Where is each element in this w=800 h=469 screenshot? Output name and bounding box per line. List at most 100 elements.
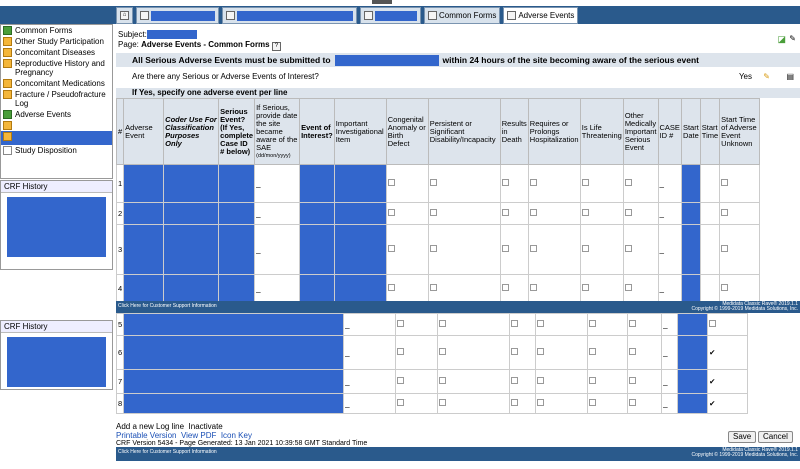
entry-cell[interactable] xyxy=(123,393,345,414)
checkbox[interactable] xyxy=(529,245,537,252)
nav-item[interactable]: Other Study Participation xyxy=(1,36,112,47)
checkbox[interactable] xyxy=(529,284,537,291)
checkbox[interactable] xyxy=(439,377,447,384)
entry-cell[interactable] xyxy=(218,164,256,203)
entry-cell[interactable] xyxy=(123,224,165,275)
checkbox[interactable] xyxy=(721,179,729,186)
entry-cell[interactable] xyxy=(123,369,345,394)
checkbox[interactable] xyxy=(429,245,437,252)
nav-item[interactable]: Fracture / Pseudofracture Log xyxy=(1,89,112,109)
nav-item[interactable] xyxy=(1,120,112,131)
checkbox[interactable] xyxy=(629,348,637,355)
question-answer[interactable]: Yes xyxy=(739,68,752,86)
checkbox[interactable] xyxy=(624,284,632,291)
checkbox[interactable] xyxy=(439,399,447,406)
help-icon[interactable]: ? xyxy=(271,42,281,51)
entry-cell[interactable] xyxy=(677,393,709,414)
tab-site[interactable] xyxy=(222,7,357,24)
checkbox[interactable] xyxy=(439,320,447,327)
entry-cell[interactable] xyxy=(123,202,165,225)
nav-item[interactable]: Concomitant Diseases xyxy=(1,47,112,58)
checkbox[interactable] xyxy=(589,399,597,406)
checkbox[interactable] xyxy=(387,179,395,186)
checkbox[interactable] xyxy=(537,320,545,327)
checkbox[interactable] xyxy=(397,377,405,384)
checkbox[interactable] xyxy=(439,348,447,355)
printable-link[interactable]: Printable Version xyxy=(116,431,176,440)
checkbox[interactable] xyxy=(429,179,437,186)
edit-icon[interactable]: ✎ xyxy=(789,34,796,43)
checkmark-icon[interactable]: ✔ xyxy=(709,399,715,408)
checkbox[interactable] xyxy=(387,245,395,252)
entry-cell[interactable] xyxy=(123,274,165,303)
entry-cell[interactable] xyxy=(123,313,345,336)
checkmark-icon[interactable]: ✔ xyxy=(709,348,715,357)
entry-cell[interactable] xyxy=(218,224,256,275)
entry-cell[interactable] xyxy=(218,274,256,303)
checkbox[interactable] xyxy=(581,284,589,291)
tab-common-forms[interactable]: Common Forms xyxy=(424,7,501,24)
checkbox[interactable] xyxy=(529,179,537,186)
entry-cell[interactable] xyxy=(680,202,701,225)
entry-cell[interactable] xyxy=(677,369,709,394)
checkbox[interactable] xyxy=(537,348,545,355)
checkbox[interactable] xyxy=(397,399,405,406)
cancel-button[interactable]: Cancel xyxy=(758,431,793,443)
entry-cell[interactable] xyxy=(333,202,387,225)
inactivate-link[interactable]: Inactivate xyxy=(189,422,223,431)
checkbox[interactable] xyxy=(624,179,632,186)
nav-item[interactable] xyxy=(1,131,112,145)
checkbox[interactable] xyxy=(511,399,519,406)
checkbox[interactable] xyxy=(501,284,509,291)
checkbox[interactable] xyxy=(387,209,395,216)
tab-home[interactable]: ⌂ xyxy=(116,7,133,24)
checkbox[interactable] xyxy=(581,245,589,252)
checkbox[interactable] xyxy=(589,377,597,384)
entry-cell[interactable] xyxy=(680,164,701,203)
checkbox[interactable] xyxy=(537,377,545,384)
checkbox[interactable] xyxy=(387,284,395,291)
checkbox[interactable] xyxy=(629,399,637,406)
entry-cell[interactable] xyxy=(677,313,709,336)
checkbox[interactable] xyxy=(501,209,509,216)
checkbox[interactable] xyxy=(581,209,589,216)
entry-cell[interactable] xyxy=(299,274,335,303)
nav-item[interactable]: Common Forms xyxy=(1,25,112,36)
checkmark-icon[interactable]: ✔ xyxy=(709,377,715,386)
status-icon[interactable]: ◪ xyxy=(777,34,786,45)
save-button[interactable]: Save xyxy=(728,431,757,443)
checkbox[interactable] xyxy=(721,245,729,252)
add-line-link[interactable]: Add a new Log line xyxy=(116,422,184,431)
entry-cell[interactable] xyxy=(299,202,335,225)
checkbox[interactable] xyxy=(397,320,405,327)
entry-cell[interactable] xyxy=(677,335,709,370)
nav-item[interactable]: Reproductive History and Pregnancy xyxy=(1,58,112,78)
checkbox[interactable] xyxy=(511,320,519,327)
entry-cell[interactable] xyxy=(299,164,335,203)
checkbox[interactable] xyxy=(529,209,537,216)
checkbox[interactable] xyxy=(501,245,509,252)
checkbox[interactable] xyxy=(511,377,519,384)
checkbox[interactable] xyxy=(624,245,632,252)
audit-icon[interactable]: ▤ xyxy=(786,68,794,86)
support-link[interactable]: Click Here for Customer Support Informat… xyxy=(118,449,217,455)
entry-cell[interactable] xyxy=(163,224,220,275)
entry-cell[interactable] xyxy=(680,274,701,303)
entry-cell[interactable] xyxy=(163,202,220,225)
entry-cell[interactable] xyxy=(333,164,387,203)
checkbox[interactable] xyxy=(629,320,637,327)
nav-item[interactable]: Adverse Events xyxy=(1,109,112,120)
entry-cell[interactable] xyxy=(123,164,165,203)
icon-key-link[interactable]: Icon Key xyxy=(221,431,252,440)
checkbox[interactable] xyxy=(624,209,632,216)
entry-cell[interactable] xyxy=(299,224,335,275)
checkbox[interactable] xyxy=(397,348,405,355)
entry-cell[interactable] xyxy=(123,335,345,370)
checkbox[interactable] xyxy=(721,284,729,291)
entry-cell[interactable] xyxy=(680,224,701,275)
checkbox[interactable] xyxy=(721,209,729,216)
checkbox[interactable] xyxy=(501,179,509,186)
checkbox[interactable] xyxy=(709,320,717,327)
pencil-icon[interactable]: ✎ xyxy=(763,68,770,86)
entry-cell[interactable] xyxy=(333,224,387,275)
